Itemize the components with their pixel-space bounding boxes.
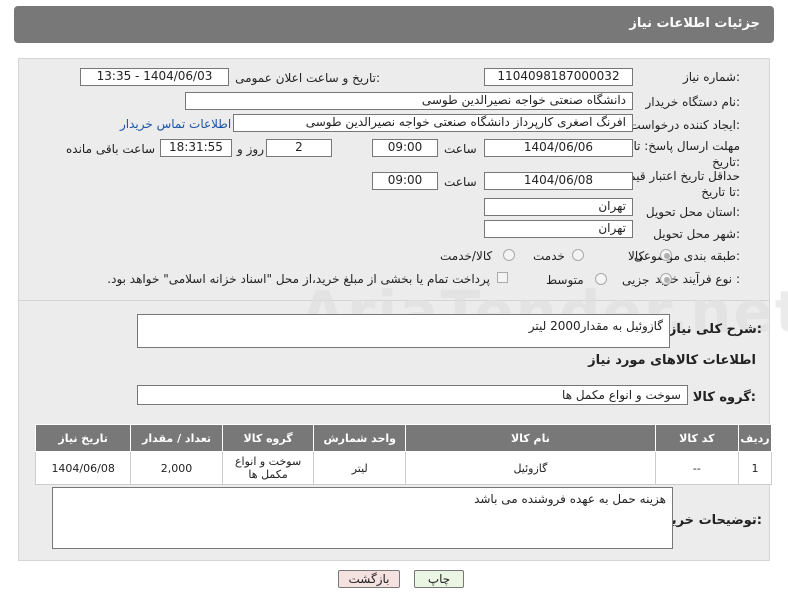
category-service-radio[interactable] <box>572 249 584 261</box>
creator-label: ایجاد کننده درخواست: <box>629 118 740 132</box>
cell-need-date: 1404/06/08 <box>34 451 132 485</box>
deadline-time-field: 09:00 <box>372 139 438 157</box>
remaining-label: ساعت باقی مانده <box>66 142 156 156</box>
category-goods-radio[interactable] <box>660 249 672 261</box>
creator-field: افرنگ اصغری کارپرداز دانشگاه صنعتی خواجه… <box>233 114 633 132</box>
goods-group-field: سوخت و انواع مکمل ها <box>137 385 688 405</box>
column-header: نام کالا <box>405 424 656 452</box>
need-number-label: شماره نیاز: <box>682 70 740 84</box>
cell-item-name: گازوئیل <box>405 451 656 485</box>
buyer-notes-textarea[interactable]: هزینه حمل به عهده فروشنده می باشد <box>52 487 673 549</box>
buyer-label: نام دستگاه خریدار: <box>645 95 741 109</box>
back-button[interactable]: بازگشت <box>338 570 400 588</box>
page-header: جزئیات اطلاعات نیاز <box>14 6 774 43</box>
remaining-field: 18:31:55 <box>160 139 232 157</box>
cell-quantity: 2,000 <box>130 451 223 485</box>
category-goods-label: کالا <box>628 249 645 263</box>
cell-item-group: سوخت و انواع مکمل ها <box>221 451 315 485</box>
buyer-field: دانشگاه صنعتی خواجه نصیرالدین طوسی <box>185 92 633 110</box>
category-both-label: کالا/خدمت <box>440 249 493 263</box>
city-field: تهران <box>484 220 633 238</box>
cell-row-number: 1 <box>738 451 772 485</box>
days-field: 2 <box>266 139 332 157</box>
table-header-row: ردیف کد کالا نام کالا واحد شمارش گروه کا… <box>34 424 772 452</box>
announce-field: 1404/06/03 - 13:35 <box>80 68 229 86</box>
table-row: 1 -- گازوئیل لیتر سوخت و انواع مکمل ها 2… <box>34 451 772 485</box>
process-partial-radio[interactable] <box>660 273 672 285</box>
validity-time-label: ساعت <box>444 175 477 189</box>
items-table: ردیف کد کالا نام کالا واحد شمارش گروه کا… <box>34 424 772 485</box>
category-label: طبقه بندی موضوعی: <box>633 249 740 263</box>
deadline-time-label: ساعت <box>444 142 477 156</box>
cell-item-code: -- <box>654 451 740 485</box>
contact-buyer-link[interactable]: اطلاعات تماس خریدار <box>120 117 231 131</box>
category-service-label: خدمت <box>533 249 565 263</box>
validity-date-field: 1404/06/08 <box>484 172 633 190</box>
process-partial-label: جزیی <box>622 273 650 287</box>
deadline-date-field: 1404/06/06 <box>484 139 633 157</box>
description-textarea[interactable]: گازوئیل به مقدار2000 لیتر <box>137 314 670 348</box>
goods-info-title: اطلاعات کالاهای مورد نیاز <box>588 353 756 368</box>
column-header: گروه کالا <box>221 424 315 452</box>
description-label: شرح کلی نیاز: <box>668 322 762 337</box>
treasury-payment-checkbox[interactable] <box>497 272 508 283</box>
days-label: روز و <box>237 142 264 156</box>
cell-unit: لیتر <box>313 451 407 485</box>
treasury-payment-note: پرداخت تمام یا بخشی از مبلغ خرید،از محل … <box>107 272 490 286</box>
city-label: شهر محل تحویل: <box>653 227 740 241</box>
province-label: استان محل تحویل: <box>645 205 740 219</box>
column-header: واحد شمارش <box>313 424 407 452</box>
page-title: جزئیات اطلاعات نیاز <box>629 16 760 31</box>
announce-label: تاریخ و ساعت اعلان عمومی: <box>235 71 380 85</box>
process-medium-label: متوسط <box>546 273 584 287</box>
column-header: ردیف <box>738 424 772 452</box>
validity-time-field: 09:00 <box>372 172 438 190</box>
category-both-radio[interactable] <box>503 249 515 261</box>
province-field: تهران <box>484 198 633 216</box>
need-number-field: 1104098187000032 <box>484 68 633 86</box>
column-header: تاریخ نیاز <box>34 424 132 452</box>
print-button[interactable]: چاپ <box>414 570 464 588</box>
goods-group-label: گروه کالا: <box>692 390 756 405</box>
column-header: کد کالا <box>654 424 740 452</box>
process-medium-radio[interactable] <box>595 273 607 285</box>
column-header: تعداد / مقدار <box>130 424 223 452</box>
